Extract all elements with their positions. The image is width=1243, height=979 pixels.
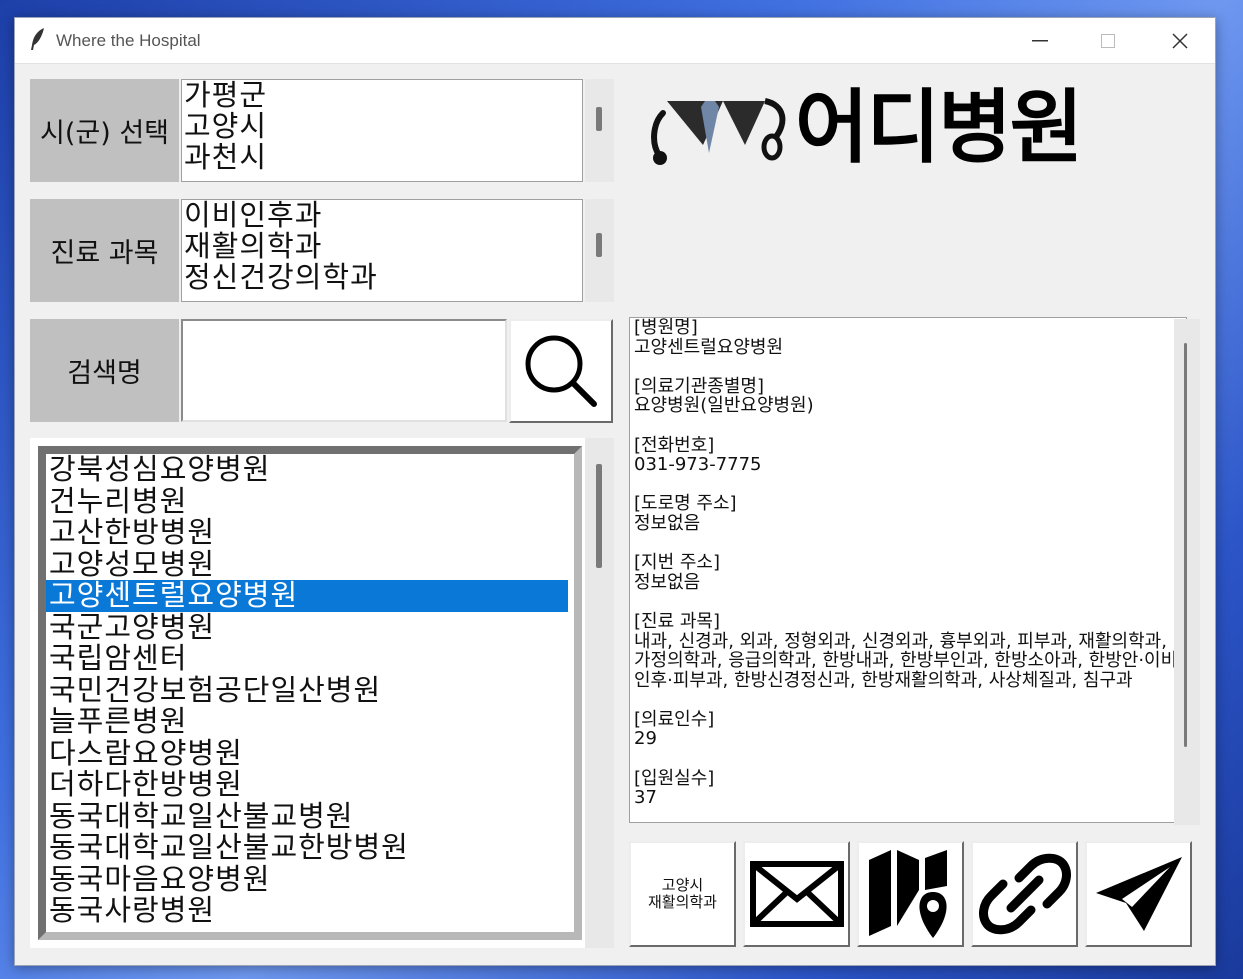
city-label: 시(군) 선택 (30, 79, 179, 182)
hospital-list-item[interactable]: 국군고양병원 (46, 611, 574, 644)
minimize-button[interactable] (1006, 18, 1074, 63)
hospital-list-item[interactable]: 늘푸른병원 (46, 705, 574, 738)
hospital-list-item[interactable]: 국민건강보험공단일산병원 (46, 674, 574, 707)
maximize-icon (1101, 33, 1115, 48)
close-button[interactable] (1146, 18, 1214, 63)
title-bar: Where the Hospital (15, 18, 1215, 64)
envelope-icon (749, 861, 844, 927)
hospital-list-item[interactable]: 동국마음요양병원 (46, 863, 574, 896)
link-icon (978, 853, 1071, 935)
stethoscope-icon (651, 98, 786, 165)
hospital-list-item[interactable]: 국립암센터 (46, 642, 574, 675)
close-icon (1172, 32, 1188, 49)
search-label: 검색명 (30, 319, 179, 422)
hospital-details-text[interactable]: [병원명] 고양센트럴요양병원 [의료기관종별명] 요양병원(일반요양병원) [… (629, 317, 1187, 823)
hospital-list-item[interactable]: 다스람요양병원 (46, 737, 574, 770)
hospital-list-item[interactable]: 더하다한방병원 (46, 768, 574, 801)
hospital-list-scroll-thumb[interactable] (596, 464, 602, 568)
region-label: 고양시 (661, 876, 704, 894)
search-button[interactable] (509, 319, 613, 423)
department-label-small: 재활의학과 (647, 893, 717, 911)
window-title: Where the Hospital (56, 31, 201, 50)
department-option[interactable]: 재활의학과 (182, 231, 582, 262)
hospital-list-item[interactable]: 동국대학교일산불교병원 (46, 800, 574, 833)
hospital-list-item[interactable]: 고산한방병원 (46, 516, 574, 549)
link-button[interactable] (971, 841, 1078, 947)
department-scroll-thumb[interactable] (596, 233, 602, 257)
region-department-button[interactable]: 고양시 재활의학과 (629, 841, 736, 947)
search-icon (525, 335, 597, 407)
hospital-list-item-selected[interactable]: 고양센트럴요양병원 (46, 579, 568, 612)
brand-logo: 어디병원 (645, 83, 1185, 173)
city-listbox[interactable]: 가평군 고양시 과천시 (181, 79, 583, 182)
hospital-list-item[interactable]: 동국사랑병원 (46, 894, 574, 927)
logo-text: 어디병원 (795, 81, 1083, 174)
hospital-list-scrollbar[interactable] (585, 438, 614, 948)
hospital-list-frame: 강북성심요양병원 건누리병원 고산한방병원 고양성모병원 고양센트럴요양병원 국… (30, 438, 599, 948)
city-scroll-thumb[interactable] (596, 107, 602, 131)
map-button[interactable] (857, 841, 964, 947)
paper-plane-icon (1095, 857, 1182, 931)
hospital-list-item[interactable]: 동국대학교일산불교한방병원 (46, 831, 574, 864)
feather-icon (31, 28, 44, 50)
details-scrollbar[interactable] (1174, 319, 1200, 825)
search-input[interactable] (181, 319, 507, 422)
maximize-button[interactable] (1074, 18, 1142, 63)
hospital-list-item[interactable]: 고양성모병원 (46, 548, 574, 581)
department-label: 진료 과목 (30, 199, 179, 302)
city-scrollbar[interactable] (585, 79, 614, 182)
hospital-listbox[interactable]: 강북성심요양병원 건누리병원 고산한방병원 고양성모병원 고양센트럴요양병원 국… (38, 446, 582, 940)
city-option[interactable]: 가평군 (182, 80, 582, 111)
hospital-list-item[interactable]: 강북성심요양병원 (46, 454, 574, 486)
department-listbox[interactable]: 이비인후과 재활의학과 정신건강의학과 (181, 199, 583, 302)
details-scroll-thumb[interactable] (1184, 343, 1187, 747)
app-window: Where the Hospital 시(군) 선택 가평군 고양시 과천시 진… (14, 17, 1216, 966)
city-option[interactable]: 고양시 (182, 111, 582, 142)
department-scrollbar[interactable] (585, 199, 614, 302)
minimize-icon (1032, 39, 1048, 41)
email-button[interactable] (743, 841, 850, 947)
department-option[interactable]: 이비인후과 (182, 200, 582, 231)
city-option[interactable]: 과천시 (182, 142, 582, 173)
hospital-list-item[interactable]: 건누리병원 (46, 485, 574, 518)
department-option[interactable]: 정신건강의학과 (182, 262, 582, 293)
send-button[interactable] (1085, 841, 1192, 947)
map-pin-icon (868, 850, 947, 938)
